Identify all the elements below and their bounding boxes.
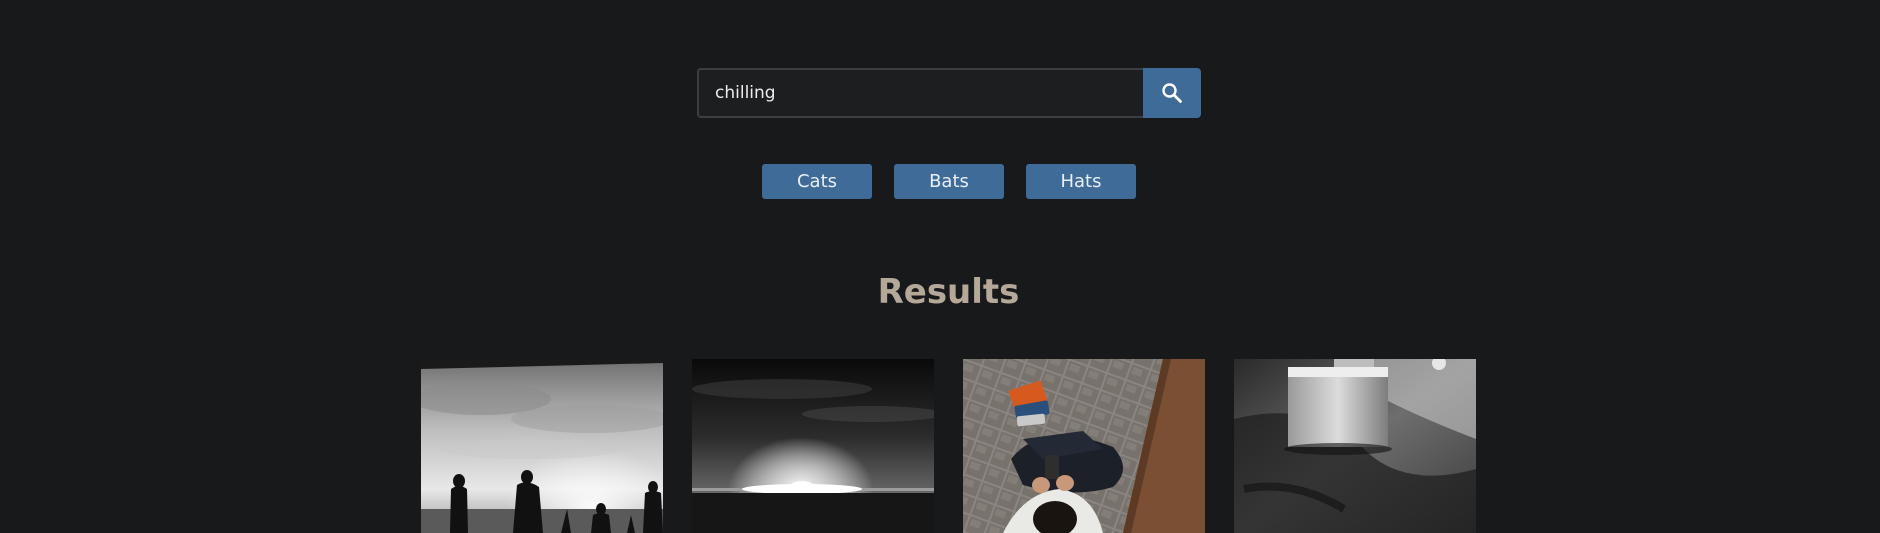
results-heading: Results xyxy=(877,272,1020,312)
results-grid xyxy=(421,359,1476,533)
result-image-3[interactable] xyxy=(963,359,1205,533)
search-bar xyxy=(697,68,1201,118)
search-icon xyxy=(1162,83,1182,103)
suggestion-button-cats[interactable]: Cats xyxy=(762,164,872,199)
suggestion-button-hats[interactable]: Hats xyxy=(1026,164,1136,199)
suggestion-buttons: Cats Bats Hats xyxy=(762,164,1136,199)
suggestion-button-bats[interactable]: Bats xyxy=(894,164,1004,199)
search-input[interactable] xyxy=(697,68,1143,118)
search-button[interactable] xyxy=(1143,68,1201,118)
result-image-4[interactable] xyxy=(1234,359,1476,533)
result-image-2[interactable] xyxy=(692,359,934,533)
result-image-1[interactable] xyxy=(421,359,663,533)
